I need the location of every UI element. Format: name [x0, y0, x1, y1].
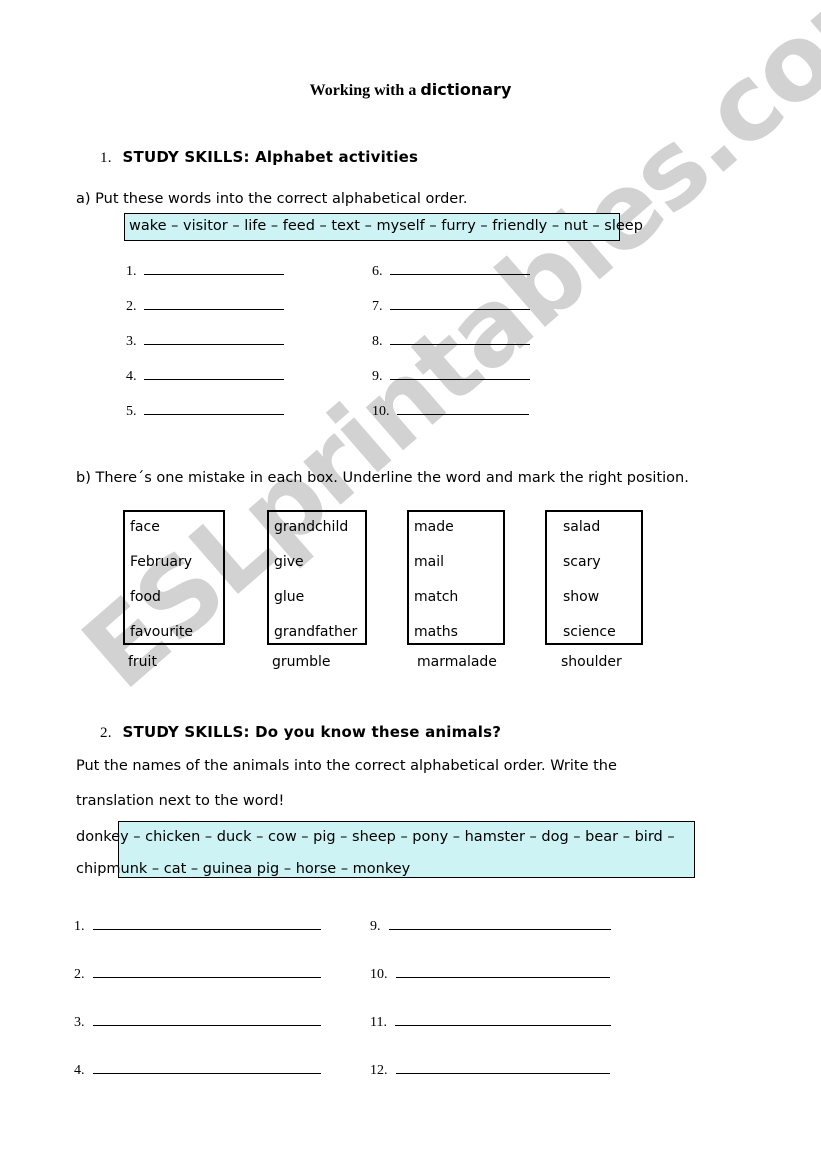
section-1-heading: 1. STUDY SKILLS: Alphabet activities [100, 148, 418, 167]
task-a-answer-number-2: 2. [126, 299, 137, 314]
task-b-box-1: face February food favourite [123, 510, 225, 645]
task-b-box-2-word-2: give [274, 554, 304, 570]
section-1-number: 1. [100, 150, 112, 166]
task-b-box-4-word-3: show [563, 589, 600, 605]
section-2-wordlist-line-2: chipmunk – cat – guinea pig – horse – mo… [76, 861, 411, 877]
section-2-answer-number-12: 12. [370, 1063, 388, 1078]
task-b-box-3-word-3: match [414, 589, 459, 605]
section-2-answer-line-11[interactable] [394, 1025, 611, 1026]
section-2-wordlist-line-1: donkey – chicken – duck – cow – pig – sh… [76, 829, 675, 845]
task-b-box-2-word-1: grandchild [274, 519, 349, 535]
task-a-answer-number-8: 8. [372, 334, 383, 349]
task-a-answer-line-10[interactable] [396, 414, 529, 415]
task-b-box-4-word-2: scary [563, 554, 601, 570]
task-a-answer-line-7[interactable] [389, 309, 530, 310]
task-a-answer-line-4[interactable] [143, 379, 284, 380]
task-a-answer-number-1: 1. [126, 264, 137, 279]
task-a-answer-line-3[interactable] [143, 344, 284, 345]
section-2-answer-row-9[interactable]: 9. [370, 919, 611, 935]
task-b-box-3: made mail match maths [407, 510, 505, 645]
worksheet-content: Working with a dictionary 1. STUDY SKILL… [0, 0, 821, 1161]
task-a-answer-line-1[interactable] [143, 274, 284, 275]
task-a-answer-line-9[interactable] [389, 379, 530, 380]
section-2-answer-number-2: 2. [74, 967, 85, 982]
section-2-answer-line-9[interactable] [388, 929, 611, 930]
task-b-box-4-word-4: science [563, 624, 616, 640]
section-2-answer-number-11: 11. [370, 1015, 387, 1030]
task-a-answer-number-5: 5. [126, 404, 137, 419]
task-a-answer-row-7[interactable]: 7. [372, 299, 530, 315]
section-2-answer-row-11[interactable]: 11. [370, 1015, 611, 1031]
section-2-answer-number-1: 1. [74, 919, 85, 934]
task-a-instruction: a) Put these words into the correct alph… [76, 191, 468, 207]
section-2-answer-row-3[interactable]: 3. [74, 1015, 321, 1031]
task-b-box-3-word-1: made [414, 519, 454, 535]
task-b-box-4-word-1: salad [563, 519, 601, 535]
task-a-answer-row-4[interactable]: 4. [126, 369, 284, 385]
section-2-heading-text: STUDY SKILLS: Do you know these animals? [122, 723, 502, 741]
section-2-answer-line-10[interactable] [395, 977, 610, 978]
section-2-heading: 2. STUDY SKILLS: Do you know these anima… [100, 723, 501, 742]
task-a-answer-row-6[interactable]: 6. [372, 264, 530, 280]
task-a-answer-number-9: 9. [372, 369, 383, 384]
task-a-answer-row-5[interactable]: 5. [126, 404, 284, 420]
task-b-box-2: grandchild give glue grandfather [267, 510, 367, 645]
task-a-answer-row-1[interactable]: 1. [126, 264, 284, 280]
task-b-box-2-word-3: glue [274, 589, 305, 605]
task-a-answer-line-5[interactable] [143, 414, 284, 415]
section-2-answer-line-2[interactable] [92, 977, 321, 978]
task-a-answer-number-10: 10. [372, 404, 390, 419]
task-a-answer-row-3[interactable]: 3. [126, 334, 284, 350]
section-2-answer-row-12[interactable]: 12. [370, 1063, 610, 1079]
section-2-answer-row-10[interactable]: 10. [370, 967, 610, 983]
task-a-answer-row-10[interactable]: 10. [372, 404, 529, 420]
section-2-answer-row-2[interactable]: 2. [74, 967, 321, 983]
task-b-box-1-word-4: favourite [130, 624, 193, 640]
section-2-number: 2. [100, 725, 112, 741]
section-2-answer-line-1[interactable] [92, 929, 321, 930]
task-b-instruction: b) There´s one mistake in each box. Unde… [76, 470, 689, 486]
section-2-answer-number-10: 10. [370, 967, 388, 982]
task-a-answer-number-6: 6. [372, 264, 383, 279]
worksheet-page: ESLprintables.com Working with a diction… [0, 0, 821, 1161]
task-a-answer-row-8[interactable]: 8. [372, 334, 530, 350]
section-2-instruction-line-2: translation next to the word! [76, 793, 285, 809]
section-2-answer-number-3: 3. [74, 1015, 85, 1030]
task-a-answer-row-9[interactable]: 9. [372, 369, 530, 385]
task-a-answer-line-8[interactable] [389, 344, 530, 345]
page-title-serif: Working with a [309, 82, 421, 99]
task-b-box-3-caption: marmalade [417, 654, 497, 670]
task-b-box-2-word-4: grandfather [274, 624, 358, 640]
task-a-answer-number-3: 3. [126, 334, 137, 349]
section-2-answer-line-3[interactable] [92, 1025, 321, 1026]
task-a-answer-line-6[interactable] [389, 274, 530, 275]
section-1-heading-text: STUDY SKILLS: Alphabet activities [122, 148, 419, 166]
task-b-box-3-word-4: maths [414, 624, 458, 640]
section-2-answer-line-12[interactable] [395, 1073, 610, 1074]
task-b-box-1-word-1: face [130, 519, 160, 535]
section-2-instruction-line-1: Put the names of the animals into the co… [76, 758, 617, 774]
task-b-box-3-word-2: mail [414, 554, 444, 570]
section-2-answer-number-9: 9. [370, 919, 381, 934]
page-title-emphasis: dictionary [420, 80, 512, 99]
task-b-box-4-caption: shoulder [561, 654, 622, 670]
section-2-answer-row-4[interactable]: 4. [74, 1063, 321, 1079]
task-b-box-1-word-2: February [130, 554, 193, 570]
section-2-answer-row-1[interactable]: 1. [74, 919, 321, 935]
task-b-box-1-caption: fruit [128, 654, 157, 670]
task-a-answer-number-4: 4. [126, 369, 137, 384]
page-title: Working with a dictionary [0, 80, 821, 100]
task-a-answer-line-2[interactable] [143, 309, 284, 310]
task-a-answer-row-2[interactable]: 2. [126, 299, 284, 315]
task-a-answer-number-7: 7. [372, 299, 383, 314]
section-2-answer-number-4: 4. [74, 1063, 85, 1078]
task-b-box-1-word-3: food [130, 589, 161, 605]
task-b-box-2-caption: grumble [272, 654, 331, 670]
task-b-box-4: salad scary show science [545, 510, 643, 645]
section-2-answer-line-4[interactable] [92, 1073, 321, 1074]
task-a-wordlist-text: wake – visitor – life – feed – text – my… [129, 218, 643, 234]
